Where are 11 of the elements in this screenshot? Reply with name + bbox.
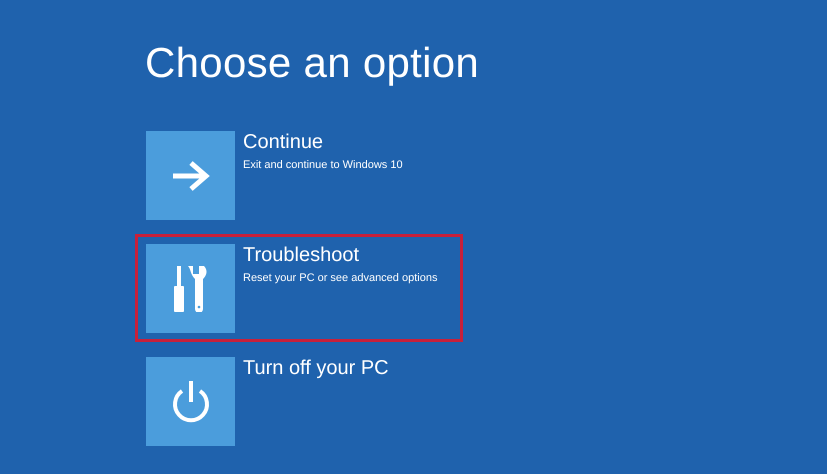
option-label: Continue <box>243 131 324 154</box>
page-title: Choose an option <box>145 40 480 86</box>
option-description: Reset your PC or see advanced options <box>243 272 438 284</box>
tools-icon <box>174 266 208 312</box>
arrow-icon <box>170 160 210 192</box>
option-button[interactable]: Troubleshoot Reset your PC or see advanced options <box>135 234 463 342</box>
option-label: Turn off your PC <box>243 357 389 380</box>
option-button[interactable]: Continue Exit and continue to Windows 10 <box>135 121 463 230</box>
option-label: Troubleshoot <box>243 244 360 266</box>
option-button[interactable]: Turn off your PC <box>135 347 463 456</box>
option-description: Exit and continue to Windows 10 <box>243 159 403 172</box>
